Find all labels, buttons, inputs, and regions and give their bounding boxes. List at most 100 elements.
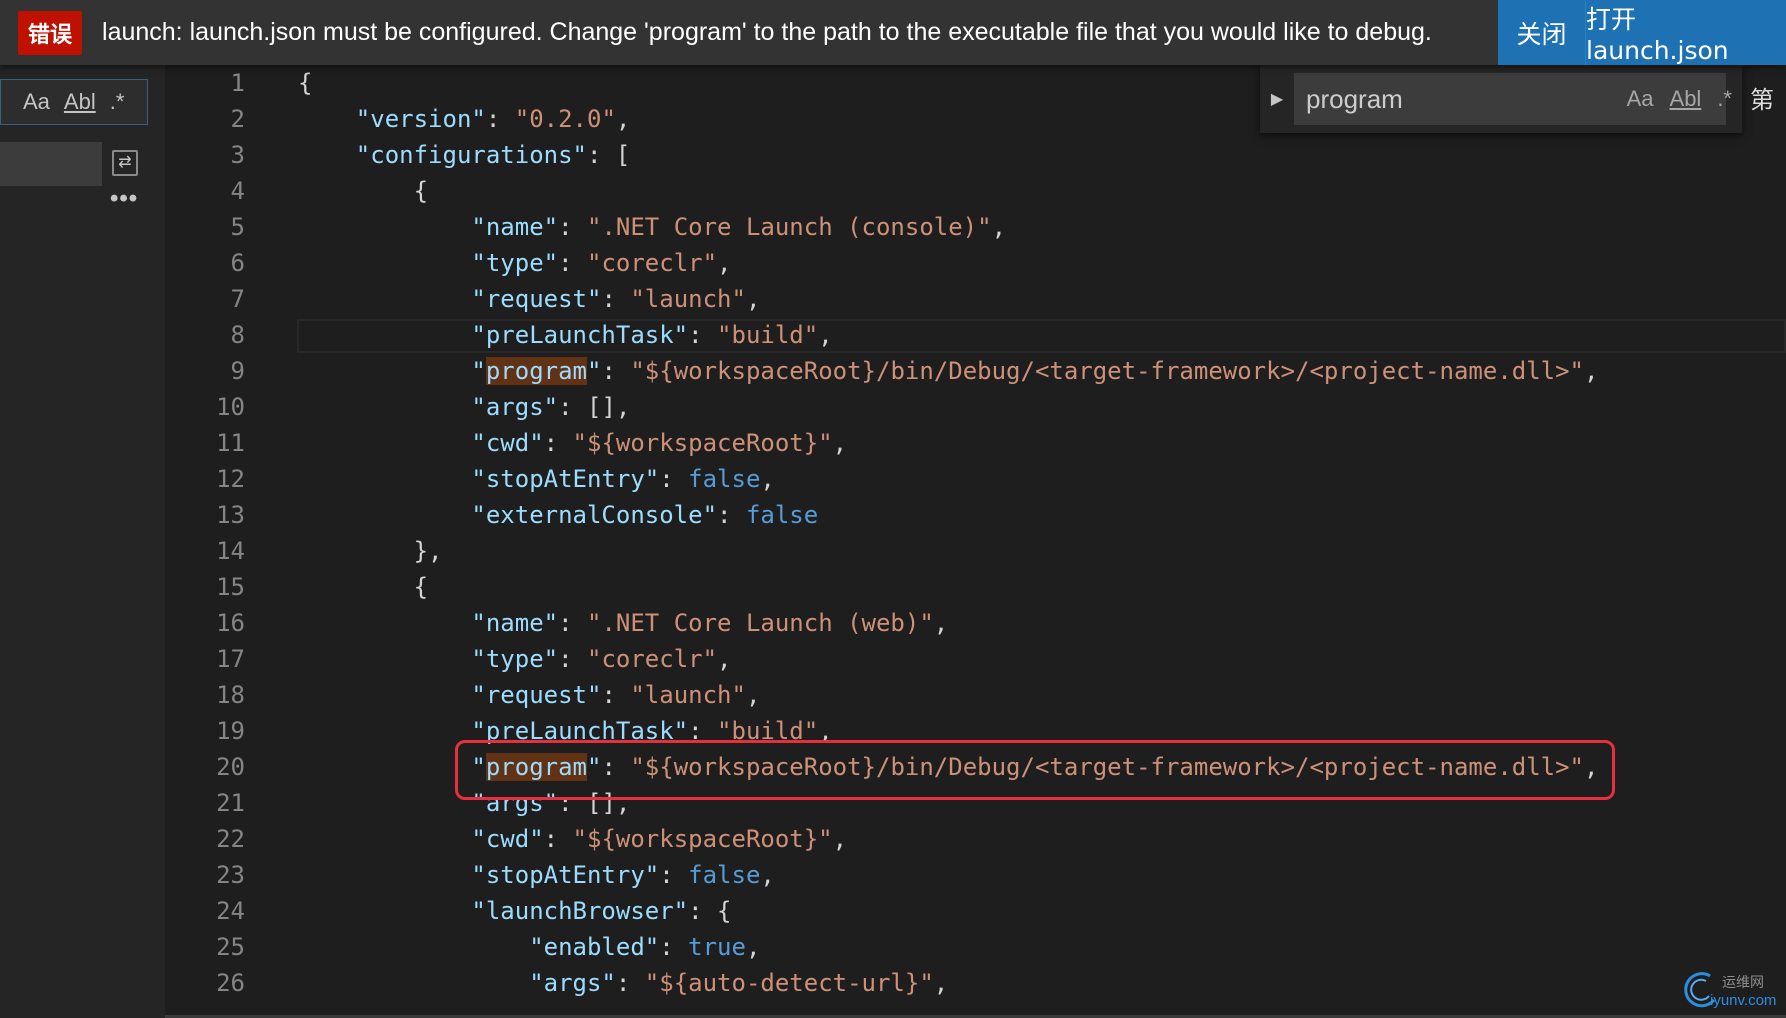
line-number: 10 [216, 393, 245, 421]
line-number: 23 [216, 861, 245, 889]
code-line[interactable]: 17 "type": "coreclr", [165, 641, 1786, 677]
replace-all-icon[interactable]: ⇄ [112, 150, 138, 176]
line-number: 22 [216, 825, 245, 853]
search-match: program [485, 357, 587, 385]
code-line[interactable]: 15 { [165, 569, 1786, 605]
code-editor[interactable]: 1 {2 "version": "0.2.0", 3 "configurations… [165, 65, 1786, 1018]
code-token: "cwd" [471, 825, 544, 853]
toggle-replace-icon[interactable]: ▶ [1260, 89, 1294, 109]
code-token: "args" [529, 969, 616, 997]
regex-toggle[interactable]: .* [110, 89, 125, 115]
line-code: "request": "launch", [298, 677, 760, 713]
find-match-count: 第 [1750, 86, 1774, 114]
match-case-toggle[interactable]: Aa [23, 89, 50, 115]
code-token: "${workspaceRoot}/bin/Debug/<target-fram… [630, 357, 1585, 385]
code-token: : [558, 213, 587, 241]
code-line[interactable]: 16 "name": ".NET Core Launch (web)", [165, 605, 1786, 641]
highlight-annotation-box [455, 740, 1615, 800]
code-token: , [615, 105, 631, 133]
line-number: 14 [216, 537, 245, 565]
line-number: 25 [216, 933, 245, 961]
code-line[interactable]: 25 "enabled": true, [165, 929, 1786, 965]
code-line[interactable]: 5 "name": ".NET Core Launch (console)", [165, 209, 1786, 245]
code-line[interactable]: 13 "externalConsole": false [165, 497, 1786, 533]
line-code: "stopAtEntry": false, [298, 461, 774, 497]
code-line[interactable]: 12 "stopAtEntry": false, [165, 461, 1786, 497]
code-token: "${workspaceRoot}" [572, 825, 833, 853]
code-line[interactable]: 11 "cwd": "${workspaceRoot}", [165, 425, 1786, 461]
line-number: 5 [230, 213, 245, 241]
line-code: "program": "${workspaceRoot}/bin/Debug/<… [298, 353, 1598, 389]
line-code: { [298, 173, 428, 209]
code-token: "${auto-detect-url}" [644, 969, 934, 997]
whole-word-toggle[interactable]: Abl [64, 89, 96, 115]
code-line[interactable]: 7 "request": "launch", [165, 281, 1786, 317]
code-line[interactable]: 9 "program": "${workspaceRoot}/bin/Debug… [165, 353, 1786, 389]
code-line[interactable]: 22 "cwd": "${workspaceRoot}", [165, 821, 1786, 857]
line-number: 19 [216, 717, 245, 745]
code-token: : [543, 825, 573, 853]
code-token: "launch" [630, 285, 746, 313]
code-line[interactable]: 26 "args": "${auto-detect-url}", [165, 965, 1786, 1001]
code-token: " [471, 357, 486, 385]
line-code: "enabled": true, [298, 929, 760, 965]
line-code: "type": "coreclr", [298, 641, 731, 677]
line-code: { [298, 65, 312, 101]
code-token: , [745, 681, 761, 709]
code-token: , [933, 969, 949, 997]
code-token: : [], [558, 393, 631, 421]
line-code: "args": [], [298, 389, 630, 425]
code-line[interactable]: 24 "launchBrowser": { [165, 893, 1786, 929]
code-line[interactable]: 4 { [165, 173, 1786, 209]
error-badge: 错误 [18, 10, 83, 55]
code-line[interactable]: 23 "stopAtEntry": false, [165, 857, 1786, 893]
line-number: 21 [216, 789, 245, 817]
line-number: 8 [230, 321, 245, 349]
line-code: }, [298, 533, 443, 569]
code-token: }, [413, 537, 443, 565]
code-token: : [659, 933, 689, 961]
find-match-case-toggle[interactable]: Aa [1627, 86, 1654, 112]
replace-input[interactable] [0, 142, 102, 186]
code-token: : [ [586, 141, 631, 169]
code-token: "type" [471, 249, 559, 277]
close-button[interactable]: 关闭 [1498, 0, 1585, 65]
error-message: launch: launch.json must be configured. … [102, 18, 1432, 46]
code-line[interactable]: 10 "args": [], [165, 389, 1786, 425]
line-number: 13 [216, 501, 245, 529]
code-token: , [818, 321, 833, 349]
code-token: ".NET Core Launch (web)" [587, 609, 934, 637]
code-token: "version" [355, 105, 486, 133]
code-line[interactable]: 3 "configurations": [ [165, 137, 1786, 173]
code-line[interactable]: 8 "preLaunchTask": "build", [165, 317, 1786, 353]
line-number: 20 [216, 753, 245, 781]
code-token: { [413, 177, 429, 205]
code-token: : [615, 969, 645, 997]
code-token: "externalConsole" [471, 501, 718, 529]
code-token: " [587, 357, 602, 385]
code-token: "stopAtEntry" [471, 465, 660, 493]
find-whole-word-toggle[interactable]: Abl [1670, 86, 1702, 112]
code-token: : [717, 501, 746, 529]
code-line[interactable]: 6 "type": "coreclr", [165, 245, 1786, 281]
more-options-icon[interactable]: ••• [110, 185, 138, 213]
code-line[interactable]: 14 }, [165, 533, 1786, 569]
line-number: 18 [216, 681, 245, 709]
code-token: : [659, 861, 689, 889]
line-code: "args": "${auto-detect-url}", [298, 965, 948, 1001]
line-number: 16 [216, 609, 245, 637]
code-token: "request" [471, 285, 602, 313]
code-token: "0.2.0" [514, 105, 616, 133]
line-code: "cwd": "${workspaceRoot}", [298, 821, 847, 857]
line-number: 2 [230, 105, 245, 133]
open-launch-json-button[interactable]: 打开 launch.json [1585, 0, 1786, 65]
code-token: "cwd" [471, 429, 544, 457]
line-number: 7 [230, 285, 245, 313]
code-token: , [745, 933, 761, 961]
line-code: "configurations": [ [298, 137, 631, 173]
find-regex-toggle[interactable]: .* [1717, 86, 1732, 112]
line-number: 15 [216, 573, 245, 601]
line-number: 1 [230, 69, 245, 97]
code-token: , [1584, 357, 1599, 385]
code-line[interactable]: 18 "request": "launch", [165, 677, 1786, 713]
